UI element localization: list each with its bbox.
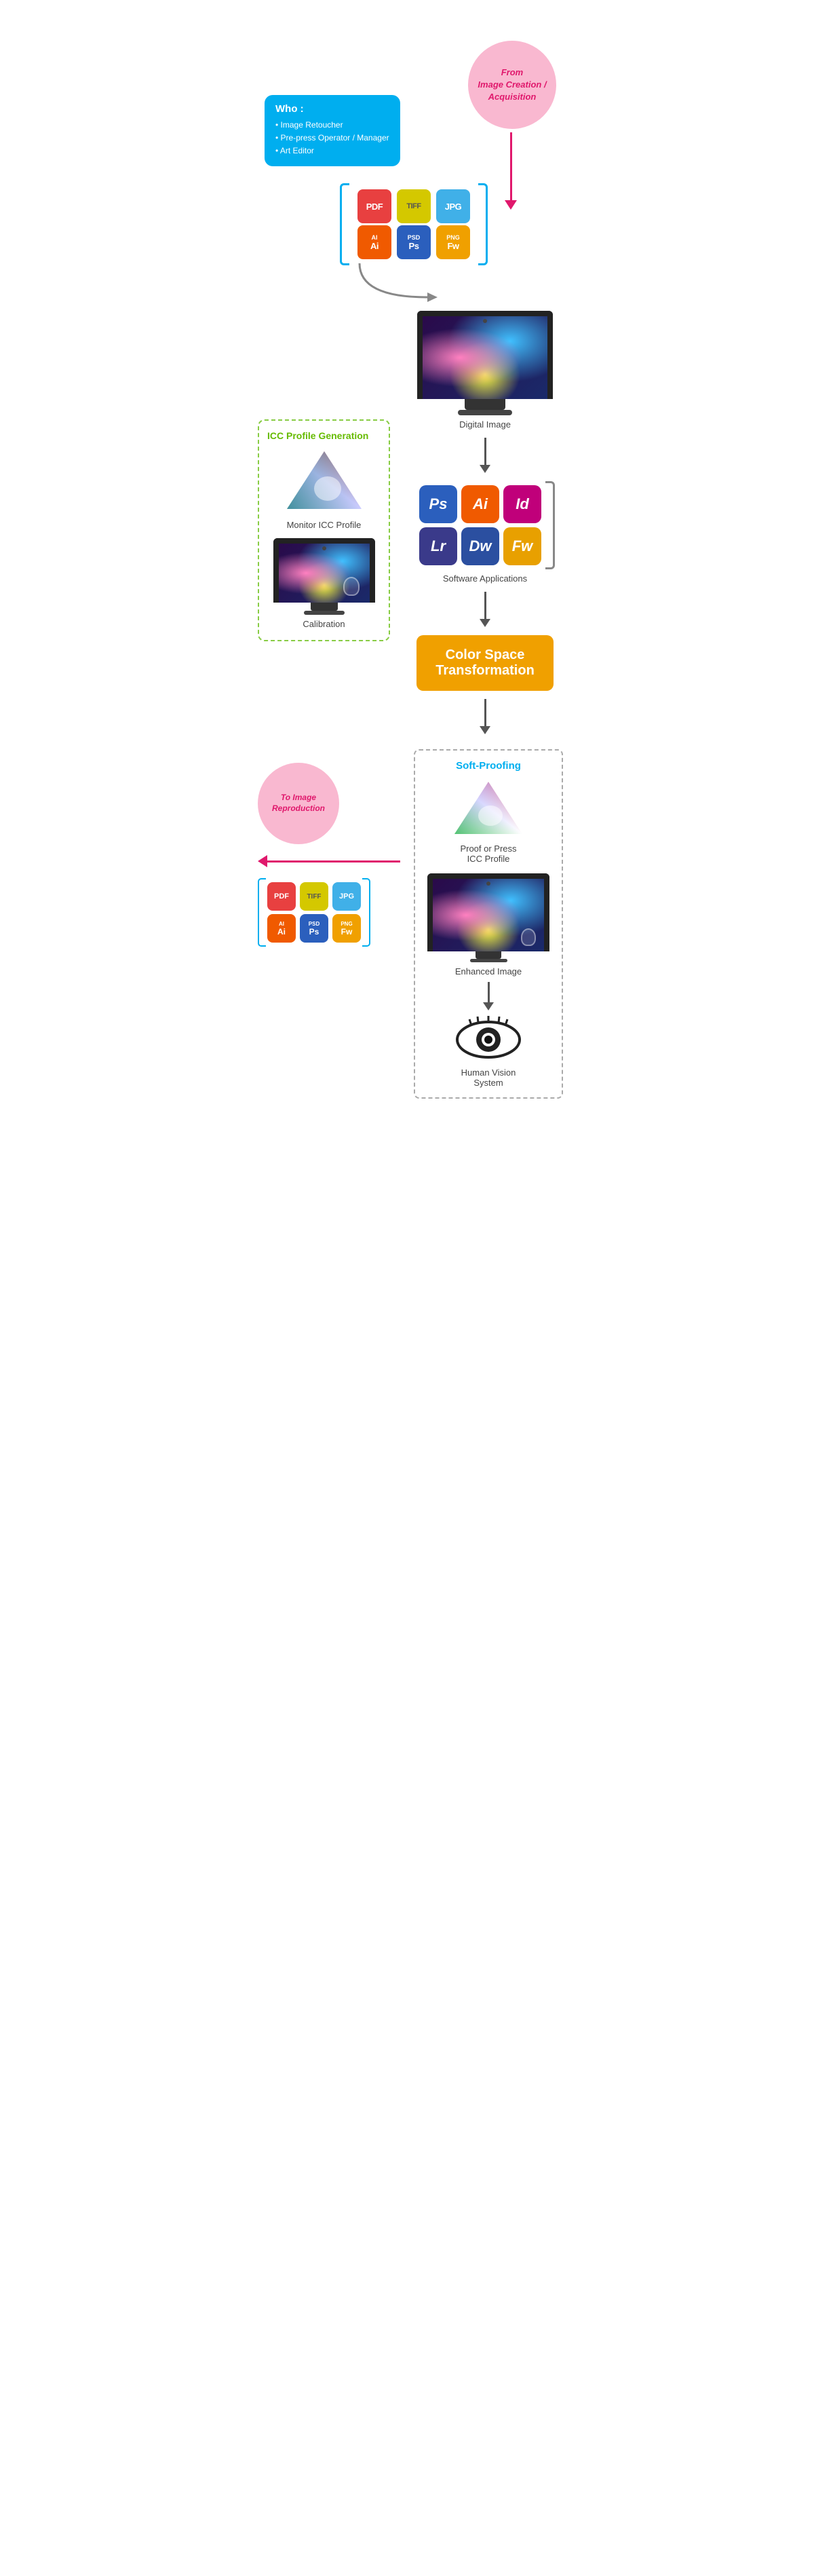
file-row-top-1: PDF TIFF JPG [353,189,474,223]
lr-sw-icon: Lr [419,527,457,565]
arrow-from-bubble [505,132,517,210]
top-section: From Image Creation / Acquisition Who : … [251,20,577,251]
png-sub: PNG [446,234,460,241]
who-title: Who : [275,103,389,115]
from-bubble: From Image Creation / Acquisition [468,41,556,129]
ai-sub: AI [372,234,378,241]
png-bot-icon: PNG Fw [332,914,361,943]
software-icons-wrap: Ps Ai Id Lr Dw Fw [415,481,555,569]
psd-bot-sub: PSD [309,921,319,927]
to-bubble: To Image Reproduction [258,763,339,844]
jpg-bot-label: JPG [339,892,354,901]
pdf-label: PDF [366,202,383,212]
calibration-label: Calibration [267,619,381,629]
jpg-bot-icon: JPG [332,882,361,911]
enhanced-monitor [427,873,549,951]
tiff-bot-icon: TIFF [300,882,328,911]
pdf-icon: PDF [357,189,391,223]
file-row-top-2: AI Ai PSD Ps PNG Fw [353,225,474,259]
ai-sw-icon: Ai [461,485,499,523]
pdf-bot-icon: PDF [267,882,296,911]
digital-image-label: Digital Image [459,419,511,430]
arrow-to-cst [480,592,490,627]
dw-sw-icon: Dw [461,527,499,565]
enhanced-label: Enhanced Image [423,966,554,977]
file-icons-top: PDF TIFF JPG AI Ai [340,183,488,265]
ai-bot-icon: AI Ai [267,914,296,943]
eye-wrap [423,1016,554,1063]
png-bot-sub: PNG [341,921,352,927]
arrow-to-eye [423,982,554,1010]
calibration-monitor [273,538,375,603]
file-row-bot-2: AI Ai PSD Ps PNG Fw [267,914,361,943]
soft-proofing-box: Soft-Proofing [414,749,563,1099]
png-label: Fw [447,241,459,251]
calibration-monitor-wrap [267,538,381,615]
icc-section: ICC Profile Generation [258,311,400,641]
proof-gamut-wrap [423,778,554,839]
ai-bot-sub: AI [279,921,284,927]
monitor-icc-label: Monitor ICC Profile [267,520,381,530]
jpg-label: JPG [445,202,462,212]
proof-gamut-svg [451,778,526,839]
png-icon: PNG Fw [436,225,470,259]
who-item-2: Pre-press Operator / Manager [275,132,389,145]
sw-row-2: Lr Dw Fw [419,527,541,565]
to-reproduction-row: To Image Reproduction [258,763,400,844]
ai-bot-label: Ai [277,927,286,936]
tiff-icon: TIFF [397,189,431,223]
human-vision-label: Human Vision System [423,1067,554,1088]
psd-bot-label: Ps [309,927,319,936]
icc-title: ICC Profile Generation [267,430,381,441]
diagram: From Image Creation / Acquisition Who : … [251,7,577,1126]
digital-monitor-wrap [417,311,553,415]
ai-icon: AI Ai [357,225,391,259]
icc-box: ICC Profile Generation [258,419,390,641]
proof-icc-label: Proof or Press ICC Profile [423,844,554,864]
file-icons-bottom: PDF TIFF JPG AI Ai [258,878,400,947]
arrow-left-head [258,855,267,867]
digital-image-col: Digital Image Ps Ai Id [400,311,570,742]
soft-proofing-col: Soft-Proofing [400,749,570,1099]
color-space-label: Color Space Transformation [435,647,535,678]
gamut-wrap [267,448,381,516]
who-list: Image Retoucher Pre-press Operator / Man… [275,119,389,158]
gamut-svg [284,448,365,516]
eye-svg [454,1016,522,1063]
psd-icon: PSD Ps [397,225,431,259]
pink-arrow-left [258,855,400,867]
sw-row-1: Ps Ai Id [419,485,541,523]
enhanced-monitor-wrap [423,873,554,962]
arrow-to-sp [480,699,490,734]
file-row-bot-1: PDF TIFF JPG [267,882,361,911]
ai-label: Ai [370,241,379,251]
psd-label: Ps [409,241,419,251]
digital-image-section: ICC Profile Generation [251,311,577,742]
pdf-bot-label: PDF [274,892,289,901]
tiff-bot-label: TIFF [307,893,321,901]
sp-title: Soft-Proofing [423,760,554,772]
software-apps-section: Ps Ai Id Lr Dw Fw [415,481,555,569]
digital-monitor [417,311,553,399]
id-sw-icon: Id [503,485,541,523]
fw-sw-icon: Fw [503,527,541,565]
from-bubble-text: From Image Creation / Acquisition [478,67,546,104]
who-box: Who : Image Retoucher Pre-press Operator… [265,95,400,166]
to-image-col: To Image Reproduction [258,749,400,947]
psd-bot-icon: PSD Ps [300,914,328,943]
software-apps-label: Software Applications [443,573,527,584]
to-bubble-text: To Image Reproduction [272,793,325,814]
page: From Image Creation / Acquisition Who : … [244,0,570,1133]
arrow-to-software [480,438,490,473]
ps-sw-icon: Ps [419,485,457,523]
who-item-3: Art Editor [275,145,389,157]
who-item-1: Image Retoucher [275,119,389,132]
tiff-label: TIFF [406,202,421,210]
arrow-left-line [267,860,400,863]
psd-sub: PSD [408,234,421,241]
png-bot-label: Fw [341,927,353,936]
color-space-box: Color Space Transformation [416,635,554,691]
soft-proofing-section: To Image Reproduction [251,749,577,1099]
jpg-icon: JPG [436,189,470,223]
